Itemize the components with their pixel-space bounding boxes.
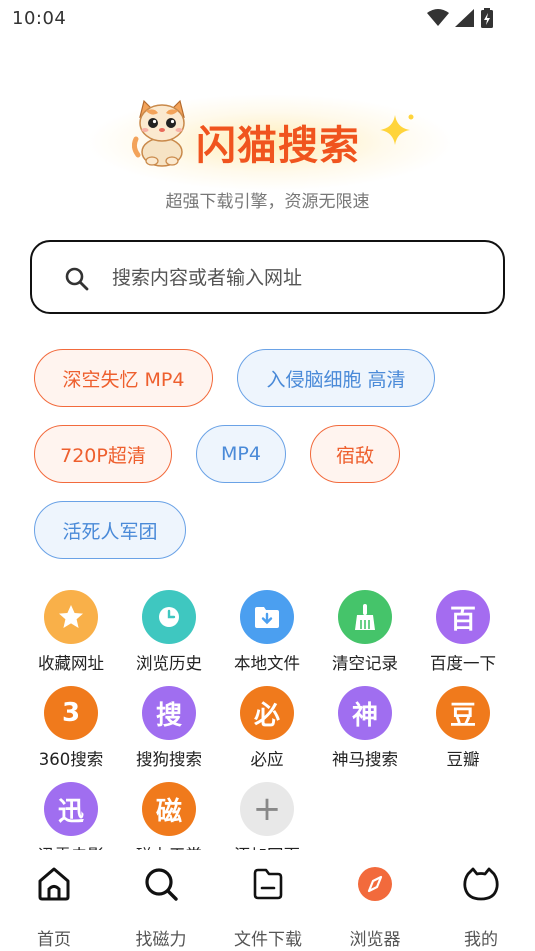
shenma-icon: 神 xyxy=(338,686,392,740)
shortcut-label: 本地文件 xyxy=(234,654,300,673)
shortcut-history[interactable]: 浏览历史 xyxy=(120,590,218,680)
app-subtitle: 超强下载引擎，资源无限速 xyxy=(165,192,370,212)
bing-icon: 必 xyxy=(240,686,294,740)
shortcut-clear-records[interactable]: 清空记录 xyxy=(316,590,414,680)
shortcut-sogou[interactable]: 搜 搜狗搜索 xyxy=(120,686,218,776)
nav-label: 我的 xyxy=(464,930,498,950)
shortcut-label: 必应 xyxy=(250,750,284,769)
hot-tag[interactable]: 入侵脑细胞 高清 xyxy=(237,349,435,407)
nav-label: 文件下载 xyxy=(234,930,302,950)
shortcut-magnet[interactable]: 磁 磁力天堂 xyxy=(120,782,218,850)
cat-mascot-icon xyxy=(132,99,185,167)
clock-icon xyxy=(142,590,196,644)
shortcut-label: 搜狗搜索 xyxy=(136,750,202,769)
shortcut-label: 360搜索 xyxy=(38,750,104,769)
broom-icon xyxy=(338,590,392,644)
baidu-icon: 百 xyxy=(436,590,490,644)
douban-icon: 豆 xyxy=(436,686,490,740)
status-icons xyxy=(427,8,493,28)
shortcut-favorites[interactable]: 收藏网址 xyxy=(22,590,120,680)
magnet-icon: 磁 xyxy=(142,782,196,836)
nav-label: 首页 xyxy=(37,930,71,950)
shortcut-label: 豆瓣 xyxy=(446,750,480,769)
logo-area: 闪猫搜索 超强下载引擎，资源无限速 xyxy=(0,95,535,215)
status-time: 10:04 xyxy=(12,8,67,29)
shortcut-label: 神马搜索 xyxy=(332,750,398,769)
shortcut-douban[interactable]: 豆 豆瓣 xyxy=(414,686,512,776)
file-icon xyxy=(253,868,283,900)
nav-mine[interactable]: 我的 xyxy=(436,863,526,950)
shortcut-label: 添加网页 xyxy=(218,842,316,850)
nav-label: 找磁力 xyxy=(135,930,187,950)
shortcut-baidu[interactable]: 百 百度一下 xyxy=(414,590,512,680)
shortcut-add-page[interactable]: + 添加网页 xyxy=(218,782,316,850)
status-bar: 10:04 xyxy=(0,0,535,38)
shortcut-360[interactable]: 3 360搜索 xyxy=(22,686,120,776)
bottom-nav: 首页 找磁力 文件下载 浏览器 我的 xyxy=(0,851,535,951)
app-title: 闪猫搜索 xyxy=(196,123,360,169)
signal-icon xyxy=(455,9,474,27)
sparkle-icon xyxy=(380,114,414,145)
hot-tag[interactable]: 宿敌 xyxy=(310,425,400,483)
shortcut-xunlei[interactable]: 迅 迅雷电影 xyxy=(22,782,120,850)
nav-browser[interactable]: 浏览器 xyxy=(330,863,420,950)
cat-face-icon xyxy=(463,867,499,901)
shortcut-label: 收藏网址 xyxy=(38,654,104,673)
nav-find-magnet[interactable]: 找磁力 xyxy=(116,863,206,950)
hot-tag[interactable]: 深空失忆 MP4 xyxy=(34,349,213,407)
nav-home[interactable]: 首页 xyxy=(9,863,99,950)
shortcut-label: 迅雷电影 xyxy=(22,842,120,850)
hot-tag[interactable]: MP4 xyxy=(196,425,286,483)
shortcut-shenma[interactable]: 神 神马搜索 xyxy=(316,686,414,776)
battery-icon xyxy=(481,8,493,28)
shortcut-label: 百度一下 xyxy=(430,654,496,673)
sogou-icon: 搜 xyxy=(142,686,196,740)
shortcut-label: 清空记录 xyxy=(332,654,398,673)
shortcut-local-files[interactable]: 本地文件 xyxy=(218,590,316,680)
xunlei-icon: 迅 xyxy=(44,782,98,836)
plus-icon: + xyxy=(240,782,294,836)
nav-file-download[interactable]: 文件下载 xyxy=(223,863,313,950)
wifi-icon xyxy=(427,9,449,26)
shortcut-grid: 收藏网址 浏览历史 本地文件 清空记录 百 百度一下 3 360搜索 搜 搜狗搜… xyxy=(0,585,535,850)
search-box[interactable] xyxy=(30,240,505,314)
search-icon xyxy=(145,868,178,901)
search-input[interactable] xyxy=(112,260,482,296)
hot-tag[interactable]: 720P超清 xyxy=(34,425,172,483)
shortcut-bing[interactable]: 必 必应 xyxy=(218,686,316,776)
home-icon xyxy=(38,867,70,901)
shortcut-label: 浏览历史 xyxy=(136,654,202,673)
compass-icon xyxy=(358,867,392,901)
folder-download-icon xyxy=(240,590,294,644)
search360-icon: 3 xyxy=(44,686,98,740)
hot-tag[interactable]: 活死人军团 xyxy=(34,501,186,559)
search-icon xyxy=(65,267,89,291)
shortcut-label: 磁力天堂 xyxy=(120,842,218,850)
nav-label: 浏览器 xyxy=(349,930,401,950)
star-icon xyxy=(44,590,98,644)
